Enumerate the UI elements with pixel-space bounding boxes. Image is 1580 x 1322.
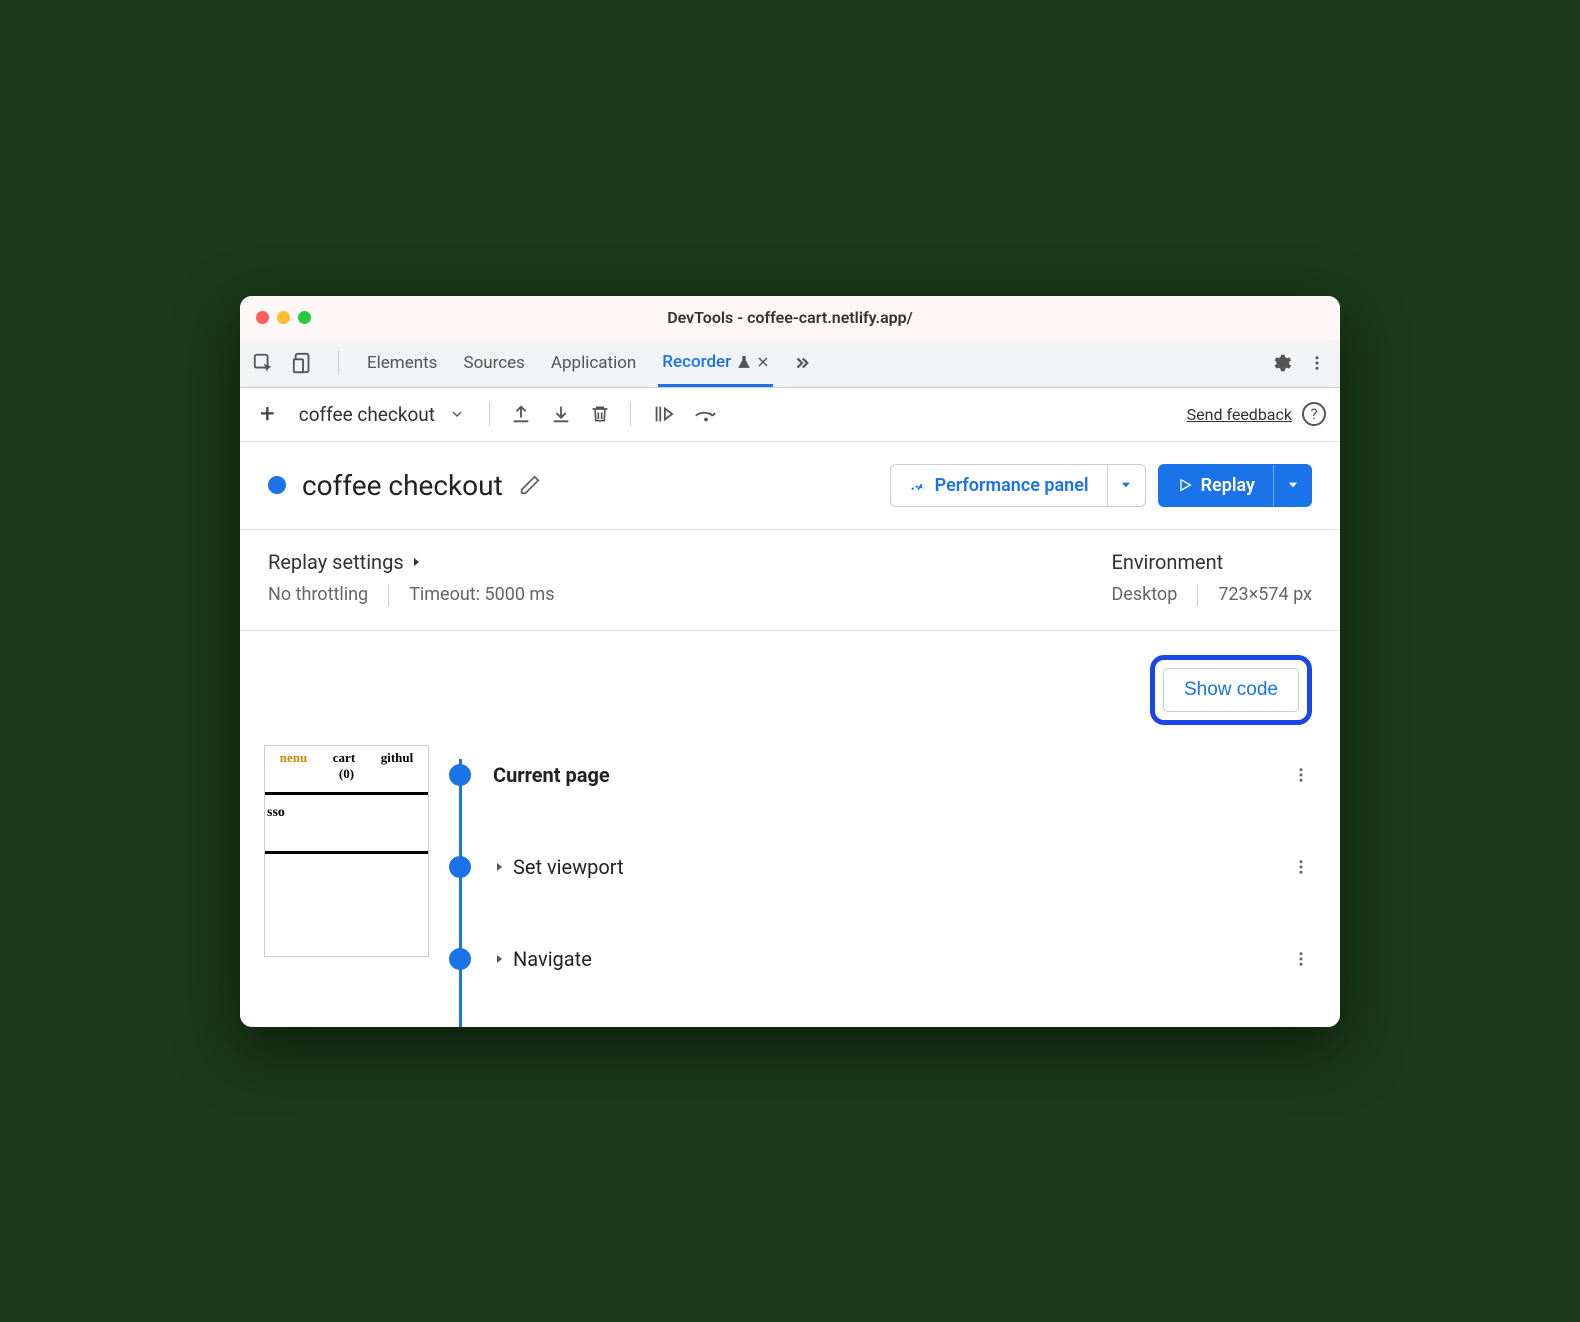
kebab-menu-icon[interactable]: [1306, 352, 1328, 374]
thumb-sso: sso: [265, 805, 428, 821]
thumb-cart: cart: [333, 750, 355, 766]
environment-header: Environment: [1111, 550, 1312, 574]
thumb-cart-count: (0): [265, 766, 428, 782]
more-tabs-icon[interactable]: [791, 352, 813, 374]
separator: [388, 584, 389, 606]
devtools-window: DevTools - coffee-cart.netlify.app/ Elem…: [240, 296, 1340, 1027]
edit-name-icon[interactable]: [519, 474, 541, 496]
step-navigate[interactable]: Navigate: [449, 935, 1316, 983]
settings-gear-icon[interactable]: [1270, 352, 1292, 374]
thumb-menu: nenu: [280, 750, 307, 766]
close-window-button[interactable]: [256, 311, 269, 324]
device-toolbar-icon[interactable]: [292, 352, 314, 374]
separator: [338, 351, 339, 375]
timeline-node: [449, 764, 471, 786]
tab-recorder[interactable]: Recorder: [658, 339, 773, 387]
tab-sources[interactable]: Sources: [459, 339, 528, 387]
device-value: Desktop: [1111, 584, 1177, 605]
timeline: Current page Set viewport Navigate: [449, 745, 1316, 1027]
performance-dropdown-icon[interactable]: [1107, 465, 1145, 506]
chevron-right-icon: [493, 953, 505, 965]
step-current-page[interactable]: Current page: [449, 751, 1316, 799]
import-icon[interactable]: [546, 399, 576, 429]
minimize-window-button[interactable]: [277, 311, 290, 324]
dimensions-value: 723×574 px: [1218, 584, 1312, 605]
chevron-right-icon: [410, 556, 422, 568]
separator: [1197, 584, 1198, 606]
steps-panel: nenu cart githul (0) sso Current page Se…: [240, 735, 1340, 1027]
step-menu-icon[interactable]: [1286, 760, 1316, 790]
thumb-github: githul: [381, 750, 414, 766]
step-over-icon[interactable]: [689, 399, 723, 429]
recording-selector[interactable]: coffee checkout: [291, 399, 473, 430]
tab-application[interactable]: Application: [547, 339, 640, 387]
recorder-toolbar: + coffee checkout Send feedback ?: [240, 388, 1340, 442]
new-recording-button[interactable]: +: [254, 399, 281, 429]
step-set-viewport[interactable]: Set viewport: [449, 843, 1316, 891]
timeline-line: [459, 759, 462, 1027]
chevron-down-icon: [449, 406, 465, 422]
recording-header: coffee checkout Performance panel Replay: [240, 442, 1340, 529]
export-icon[interactable]: [506, 399, 536, 429]
help-icon[interactable]: ?: [1302, 402, 1326, 426]
send-feedback-link[interactable]: Send feedback: [1187, 405, 1292, 424]
titlebar: DevTools - coffee-cart.netlify.app/: [240, 296, 1340, 340]
recording-name: coffee checkout: [302, 469, 503, 502]
replay-settings-header[interactable]: Replay settings: [268, 550, 555, 574]
play-icon: [1177, 477, 1193, 493]
replay-dropdown-icon[interactable]: [1273, 465, 1311, 506]
delete-icon[interactable]: [586, 399, 614, 429]
show-code-button[interactable]: Show code: [1163, 668, 1299, 712]
chevron-right-icon: [493, 861, 505, 873]
separator: [489, 402, 490, 426]
flask-icon: [737, 355, 751, 369]
window-title: DevTools - coffee-cart.netlify.app/: [240, 308, 1340, 327]
separator: [630, 402, 631, 426]
throttling-value: No throttling: [268, 584, 368, 605]
gauge-icon: [909, 476, 927, 494]
timeline-node: [449, 856, 471, 878]
performance-panel-button[interactable]: Performance panel: [890, 464, 1146, 507]
window-controls: [256, 311, 311, 324]
recording-status-dot: [268, 476, 286, 494]
page-thumbnail: nenu cart githul (0) sso: [264, 745, 429, 957]
step-icon[interactable]: [647, 399, 679, 429]
tab-elements[interactable]: Elements: [363, 339, 441, 387]
devtools-tabbar: Elements Sources Application Recorder: [240, 340, 1340, 388]
settings-panel: Replay settings No throttling Timeout: 5…: [240, 529, 1340, 631]
timeout-value: Timeout: 5000 ms: [409, 584, 554, 605]
timeline-node: [449, 948, 471, 970]
step-menu-icon[interactable]: [1286, 852, 1316, 882]
inspect-element-icon[interactable]: [252, 352, 274, 374]
step-menu-icon[interactable]: [1286, 944, 1316, 974]
close-tab-icon[interactable]: [757, 356, 769, 368]
replay-button[interactable]: Replay: [1158, 464, 1312, 507]
maximize-window-button[interactable]: [298, 311, 311, 324]
show-code-highlight: Show code: [1150, 655, 1312, 725]
show-code-row: Show code: [240, 631, 1340, 735]
